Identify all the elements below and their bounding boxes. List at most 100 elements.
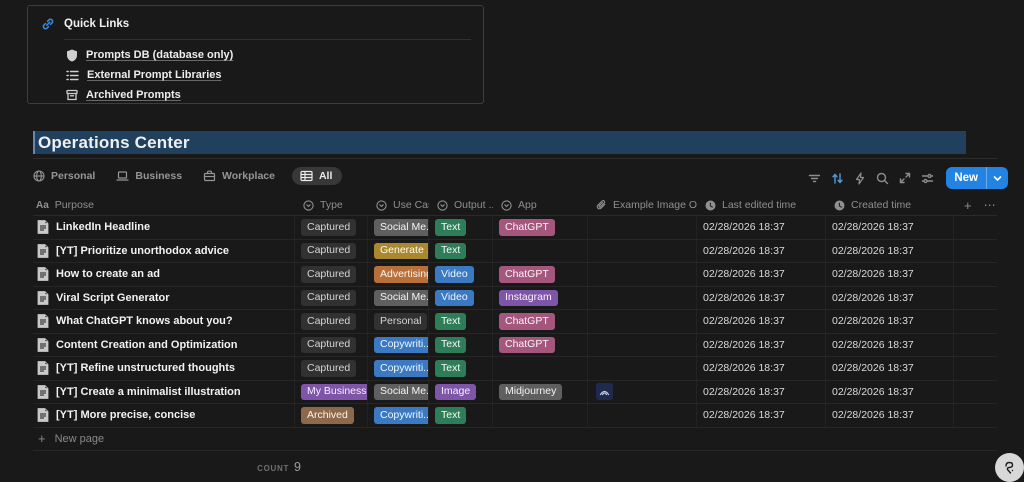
column-header-app[interactable]: App	[493, 195, 588, 215]
cell-app[interactable]: Midjourney	[493, 380, 588, 403]
tag[interactable]: My Business	[301, 383, 367, 400]
tag[interactable]: Social Me...	[374, 219, 428, 236]
expand-icon[interactable]	[899, 172, 911, 184]
tag[interactable]: Copywriti...	[374, 360, 428, 377]
cell-last-edited[interactable]: 02/28/2026 18:37	[697, 357, 826, 380]
tag[interactable]: Text	[435, 336, 467, 353]
column-header-use-case[interactable]: Use Case	[368, 195, 429, 215]
table-row[interactable]: How to create an ad Captured Advertising…	[33, 263, 997, 287]
cell-use-case[interactable]: Copywriti...	[368, 333, 429, 356]
table-row[interactable]: Viral Script Generator Captured Social M…	[33, 286, 997, 310]
cell-output[interactable]: Text	[429, 404, 493, 427]
page-title-cell[interactable]: [YT] Create a minimalist illustration	[56, 386, 241, 398]
cell-app[interactable]: ChatGPT	[493, 310, 588, 333]
cell-type[interactable]: Captured	[295, 239, 368, 262]
tab-all[interactable]: All	[291, 166, 343, 185]
more-options-icon[interactable]: ⋯	[984, 199, 997, 211]
cell-created[interactable]: 02/28/2026 18:37	[826, 286, 954, 309]
cell-created[interactable]: 02/28/2026 18:37	[826, 380, 954, 403]
tab-business[interactable]: Business	[116, 170, 182, 182]
cell-last-edited[interactable]: 02/28/2026 18:37	[697, 263, 826, 286]
quick-link-label[interactable]: External Prompt Libraries	[87, 69, 222, 81]
tag[interactable]: Personal	[374, 313, 428, 330]
tag[interactable]: Captured	[301, 219, 357, 236]
image-thumbnail[interactable]	[596, 383, 613, 401]
cell-created[interactable]: 02/28/2026 18:37	[826, 404, 954, 427]
cell-app[interactable]	[493, 239, 588, 262]
cell-output[interactable]: Video	[429, 263, 493, 286]
cell-purpose[interactable]: [YT] Create a minimalist illustration	[33, 380, 295, 403]
cell-example-image[interactable]	[588, 239, 697, 262]
cell-created[interactable]: 02/28/2026 18:37	[826, 357, 954, 380]
cell-output[interactable]: Video	[429, 286, 493, 309]
tag[interactable]: Text	[435, 219, 467, 236]
table-row[interactable]: [YT] Prioritize unorthodox advice Captur…	[33, 239, 997, 263]
cell-use-case[interactable]: Social Me...	[368, 216, 429, 239]
cell-use-case[interactable]: Copywriti...	[368, 357, 429, 380]
cell-example-image[interactable]	[588, 310, 697, 333]
add-column-icon[interactable]: +	[964, 199, 972, 212]
count-footer[interactable]: COUNT 9	[33, 451, 301, 474]
cell-last-edited[interactable]: 02/28/2026 18:37	[697, 286, 826, 309]
cell-created[interactable]: 02/28/2026 18:37	[826, 263, 954, 286]
cell-last-edited[interactable]: 02/28/2026 18:37	[697, 310, 826, 333]
cell-output[interactable]: Image	[429, 380, 493, 403]
cell-created[interactable]: 02/28/2026 18:37	[826, 239, 954, 262]
quick-link-label[interactable]: Prompts DB (database only)	[86, 49, 233, 61]
cell-example-image[interactable]	[588, 263, 697, 286]
cell-type[interactable]: Captured	[295, 357, 368, 380]
column-header-created[interactable]: Created time	[826, 195, 954, 215]
cell-type[interactable]: Captured	[295, 216, 368, 239]
quick-link-label[interactable]: Archived Prompts	[86, 89, 181, 101]
tag[interactable]: Captured	[301, 289, 357, 306]
quick-link-archived-prompts[interactable]: Archived Prompts	[28, 85, 483, 105]
tag[interactable]: Captured	[301, 360, 357, 377]
tag[interactable]: ChatGPT	[499, 313, 555, 330]
lightning-icon[interactable]	[854, 171, 866, 185]
cell-type[interactable]: My Business	[295, 380, 368, 403]
page-title[interactable]: Operations Center	[35, 133, 190, 153]
column-header-output[interactable]: Output ...	[429, 195, 493, 215]
tab-personal[interactable]: Personal	[33, 170, 95, 182]
page-title-cell[interactable]: LinkedIn Headline	[56, 221, 150, 233]
cell-created[interactable]: 02/28/2026 18:37	[826, 310, 954, 333]
cell-purpose[interactable]: LinkedIn Headline	[33, 216, 295, 239]
cell-type[interactable]: Captured	[295, 263, 368, 286]
cell-output[interactable]: Text	[429, 239, 493, 262]
tag[interactable]: Captured	[301, 313, 357, 330]
tag[interactable]: Copywriti...	[374, 407, 428, 424]
page-title-cell[interactable]: [YT] More precise, concise	[56, 409, 195, 421]
cell-output[interactable]: Text	[429, 333, 493, 356]
quick-link-external-libraries[interactable]: External Prompt Libraries	[28, 65, 483, 85]
cell-app[interactable]: ChatGPT	[493, 333, 588, 356]
tag[interactable]: Social Me...	[374, 383, 428, 400]
new-button-label[interactable]: New	[946, 172, 986, 184]
tag[interactable]: ChatGPT	[499, 219, 555, 236]
quick-link-prompts-db[interactable]: Prompts DB (database only)	[28, 45, 483, 65]
cell-output[interactable]: Text	[429, 310, 493, 333]
tag[interactable]: Text	[435, 407, 467, 424]
cell-app[interactable]: ChatGPT	[493, 216, 588, 239]
page-title-selection[interactable]: Operations Center	[33, 131, 966, 154]
column-header-last-edited[interactable]: Last edited time	[697, 195, 826, 215]
page-title-cell[interactable]: [YT] Prioritize unorthodox advice	[56, 245, 229, 257]
column-header-example-image[interactable]: Example Image Outp...	[588, 195, 697, 215]
tag[interactable]: Text	[435, 242, 467, 259]
new-button[interactable]: New	[946, 167, 1008, 189]
cell-example-image[interactable]	[588, 286, 697, 309]
cell-last-edited[interactable]: 02/28/2026 18:37	[697, 404, 826, 427]
tag[interactable]: Video	[435, 289, 474, 306]
column-header-type[interactable]: Type	[295, 195, 368, 215]
notion-ai-face-button[interactable]	[995, 453, 1024, 482]
table-row[interactable]: What ChatGPT knows about you? Captured P…	[33, 310, 997, 334]
cell-use-case[interactable]: Personal	[368, 310, 429, 333]
tag[interactable]: Midjourney	[499, 383, 563, 400]
cell-type[interactable]: Captured	[295, 333, 368, 356]
cell-example-image[interactable]	[588, 216, 697, 239]
table-row[interactable]: [YT] Refine unstructured thoughts Captur…	[33, 357, 997, 381]
cell-use-case[interactable]: Generate ...	[368, 239, 429, 262]
page-title-cell[interactable]: How to create an ad	[56, 268, 160, 280]
sort-icon[interactable]	[831, 172, 844, 185]
tag[interactable]: Image	[435, 383, 477, 400]
cell-purpose[interactable]: Viral Script Generator	[33, 286, 295, 309]
